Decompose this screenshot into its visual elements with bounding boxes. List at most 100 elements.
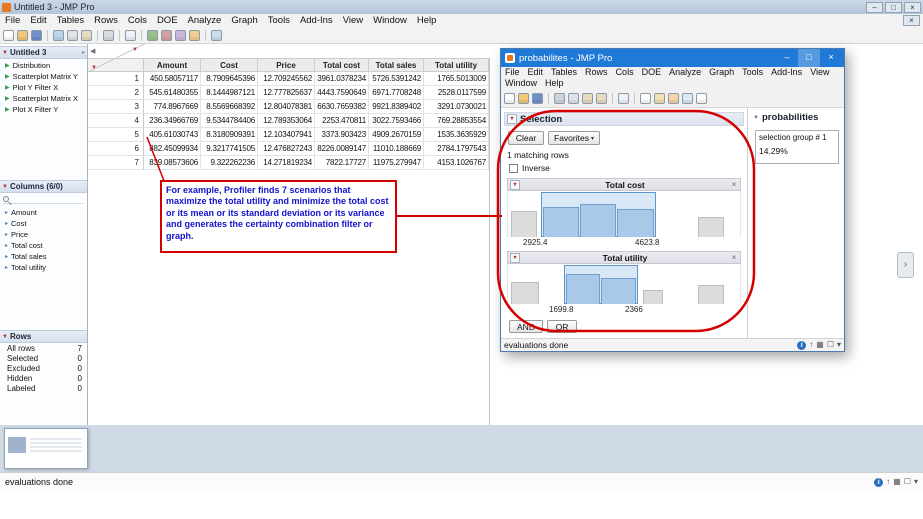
zoom-in-tool-icon[interactable] xyxy=(682,92,693,104)
menu-cols[interactable]: Cols xyxy=(123,14,152,28)
columns-menu-icon[interactable]: ▼ xyxy=(132,47,138,53)
brush-tool-icon[interactable] xyxy=(654,92,665,104)
histogram-bar[interactable] xyxy=(580,204,616,237)
run-script-icon[interactable]: ▶ xyxy=(5,95,10,102)
histogram-bar[interactable] xyxy=(543,207,579,237)
new-icon[interactable] xyxy=(504,92,515,104)
sidebar-collapse-icon[interactable]: ◀ xyxy=(90,47,95,55)
column-item-total-cost[interactable]: ▸ Total cost xyxy=(0,240,87,251)
row-number[interactable]: 4 xyxy=(88,114,144,128)
column-item-total-sales[interactable]: ▸ Total sales xyxy=(0,251,87,262)
table-cell[interactable]: 4443.7590649 xyxy=(315,86,369,100)
panel-expand-button[interactable]: › xyxy=(897,252,914,278)
paste-icon[interactable] xyxy=(81,30,92,41)
run-script-icon[interactable]: ▶ xyxy=(5,84,10,91)
disclosure-icon[interactable]: ▼ xyxy=(2,334,8,340)
disclosure-icon[interactable]: ▼ xyxy=(2,50,8,56)
up-arrow-icon[interactable]: ↑ xyxy=(809,341,813,349)
filter-menu-window[interactable]: Window xyxy=(501,78,541,89)
table-cell[interactable]: 1535.3635929 xyxy=(424,128,489,142)
clipboard-icon[interactable] xyxy=(596,92,607,104)
table-cell[interactable]: 2253.470811 xyxy=(315,114,369,128)
main-titlebar[interactable]: Untitled 3 - JMP Pro – □ × xyxy=(0,0,923,14)
minimize-button[interactable]: – xyxy=(776,49,798,67)
table-cell[interactable]: 9.3217741505 xyxy=(201,142,258,156)
table-cell[interactable]: 882.45099934 xyxy=(144,142,201,156)
copy-icon[interactable] xyxy=(67,30,78,41)
menu-edit[interactable]: Edit xyxy=(25,14,51,28)
row-number[interactable]: 1 xyxy=(88,72,144,86)
window-thumbnail[interactable] xyxy=(4,428,88,469)
filter-menu-doe[interactable]: DOE xyxy=(638,67,666,78)
table-cell[interactable]: 8226.0089147 xyxy=(315,142,369,156)
menu-doe[interactable]: DOE xyxy=(152,14,183,28)
rows-panel-header[interactable]: ▼ Rows xyxy=(0,330,87,343)
table-cell[interactable]: 839.08573606 xyxy=(144,156,201,170)
table-cell[interactable]: 3373.903423 xyxy=(315,128,369,142)
table-panel-header[interactable]: ▼ Untitled 3 ▸ xyxy=(0,46,87,59)
menu-window[interactable]: Window xyxy=(368,14,412,28)
new-icon[interactable] xyxy=(3,30,14,41)
table-cell[interactable]: 2528.0117599 xyxy=(424,86,489,100)
info-icon[interactable] xyxy=(797,340,807,350)
table-cell[interactable]: 12.476827243 xyxy=(258,142,315,156)
rows-stat-excluded[interactable]: Excluded 0 xyxy=(0,364,87,374)
column-item-cost[interactable]: ▸ Cost xyxy=(0,218,87,229)
row-number[interactable]: 6 xyxy=(88,142,144,156)
open-icon[interactable] xyxy=(518,92,529,104)
table-cell[interactable]: 8.5569668392 xyxy=(201,100,258,114)
menu-graph[interactable]: Graph xyxy=(226,14,262,28)
rows-stat-hidden[interactable]: Hidden 0 xyxy=(0,374,87,384)
menu-rows[interactable]: Rows xyxy=(89,14,123,28)
table-cell[interactable]: 2784.1797543 xyxy=(424,142,489,156)
disclosure-icon[interactable]: ▼ xyxy=(507,114,517,124)
rows-stat-labeled[interactable]: Labeled 0 xyxy=(0,384,87,394)
menu-help[interactable]: Help xyxy=(412,14,442,28)
table-cell[interactable]: 6630.7659382 xyxy=(315,100,369,114)
maximize-button[interactable]: □ xyxy=(885,1,902,13)
inverse-checkbox[interactable] xyxy=(509,164,518,173)
menu-tables[interactable]: Tables xyxy=(52,14,89,28)
column-header-cost[interactable]: Cost xyxy=(201,58,258,72)
row-number[interactable]: 5 xyxy=(88,128,144,142)
filter-menu-help[interactable]: Help xyxy=(541,78,568,89)
clear-button[interactable]: Clear xyxy=(508,131,544,145)
histogram-bar[interactable] xyxy=(698,285,724,304)
run-script-icon[interactable]: ▶ xyxy=(5,73,10,80)
table-cell[interactable]: 3291.0730021 xyxy=(424,100,489,114)
close-filter-icon[interactable]: × xyxy=(730,253,738,262)
table-cell[interactable]: 405.61030743 xyxy=(144,128,201,142)
close-filter-icon[interactable]: × xyxy=(730,180,738,189)
filter-menu-cols[interactable]: Cols xyxy=(612,67,638,78)
panel-collapse-icon[interactable]: ▸ xyxy=(82,49,85,56)
caret-down-icon[interactable]: ▾ xyxy=(914,478,918,486)
selection-outline-header[interactable]: ▼ Selection xyxy=(504,112,744,126)
filter-menu-add-ins[interactable]: Add-Ins xyxy=(767,67,806,78)
script-item-scatterplot-matrix-x[interactable]: ▶ Scatterplot Matrix X xyxy=(0,93,87,104)
table-cell[interactable]: 8.1444987121 xyxy=(201,86,258,100)
pencil-icon[interactable] xyxy=(189,30,200,41)
print-icon[interactable] xyxy=(103,30,114,41)
table-cell[interactable]: 8.7909645396 xyxy=(201,72,258,86)
hand-tool-icon[interactable] xyxy=(668,92,679,104)
column-item-amount[interactable]: ▸ Amount xyxy=(0,207,87,218)
and-button[interactable]: AND xyxy=(509,320,543,333)
table-cell[interactable]: 9.322262236 xyxy=(201,156,258,170)
table-cell[interactable]: 4909.2670159 xyxy=(369,128,424,142)
histogram-bar[interactable] xyxy=(601,278,636,304)
rows-menu-icon[interactable]: ▼ xyxy=(91,62,97,71)
zoom-icon[interactable] xyxy=(125,30,136,41)
red-triangle-icon[interactable]: ▼ xyxy=(510,252,520,263)
or-button[interactable]: OR xyxy=(547,320,577,333)
copy-icon[interactable] xyxy=(568,92,579,104)
save-icon[interactable] xyxy=(532,92,543,104)
column-header-amount[interactable]: Amount xyxy=(144,58,201,72)
red-triangle-icon[interactable]: ▼ xyxy=(510,179,520,190)
filter-menu-tables[interactable]: Tables xyxy=(547,67,581,78)
script-item-scatterplot-matrix-y[interactable]: ▶ Scatterplot Matrix Y xyxy=(0,71,87,82)
corner-header-cell[interactable]: ▼ xyxy=(88,58,144,72)
script-item-plot-y-filter-x[interactable]: ▶ Plot Y Filter X xyxy=(0,82,87,93)
column-header-price[interactable]: Price xyxy=(258,58,315,72)
menu-view[interactable]: View xyxy=(338,14,368,28)
histogram-bar[interactable] xyxy=(566,274,600,304)
